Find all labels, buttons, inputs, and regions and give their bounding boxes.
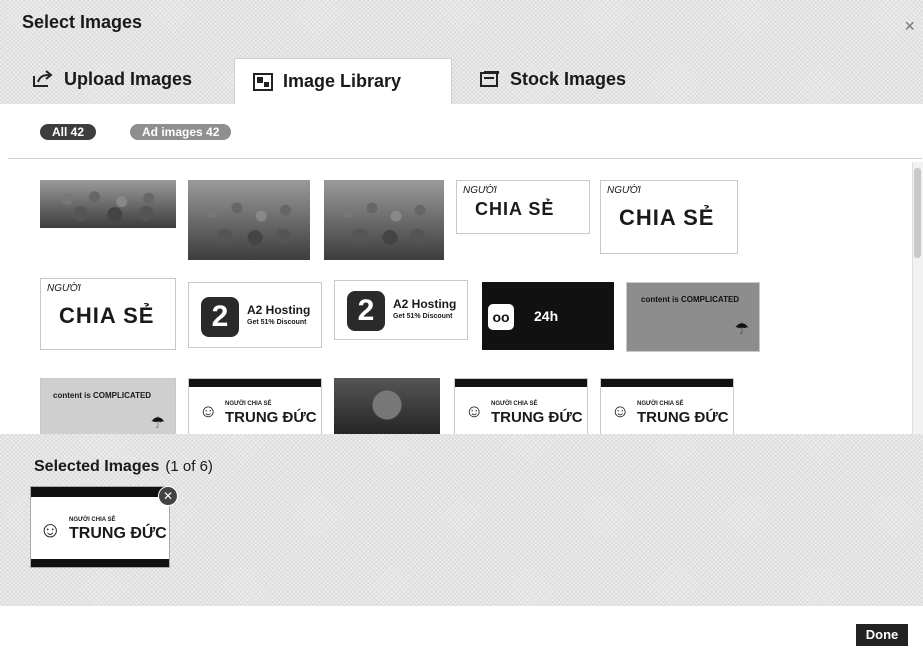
image-caption-big: TRUNG ĐỨC [69,525,167,542]
close-icon[interactable]: × [904,16,915,37]
filter-all-pill[interactable]: All 42 [40,124,97,140]
a2-logo-icon: 2 [347,291,385,331]
image-caption-big: CHIA SẺ [59,303,155,328]
image-caption-small: NGƯỜI CHIA SẺ [491,401,538,407]
a2-logo-icon: 2 [201,297,239,337]
dialog-header: Select Images × Upload Images Image Libr… [0,0,923,104]
image-caption-big: TRUNG ĐỨC [225,409,317,426]
gallery-image[interactable]: NGƯỜI CHIA SẺ [600,180,738,254]
image-caption-big: TRUNG ĐỨC [637,409,729,426]
image-caption-big: content is COMPLICATED [53,391,152,400]
image-caption-big: TRUNG ĐỨC [491,409,583,426]
remove-selected-icon[interactable]: ✕ [158,486,178,506]
image-caption-small: Get 51% Discount [393,313,453,320]
stock-icon [480,70,500,88]
gallery-image[interactable]: ☺ NGƯỜI CHIA SẺ TRUNG ĐỨC [600,378,734,434]
image-caption-small: NGƯỜI [463,185,497,196]
gallery-image[interactable]: 2 A2 Hosting Get 51% Discount [188,282,322,348]
image-caption-big: A2 Hosting [247,303,311,317]
image-caption-big: CHIA SẺ [475,199,555,219]
upload-icon [32,70,54,88]
dialog-title: Select Images [22,12,143,32]
person-icon: ☺ [199,401,218,421]
gallery-image[interactable]: content is COMPLICATED ☂ [40,378,176,434]
selected-images-title: Selected Images (1 of 6) [34,458,213,476]
image-caption-big: A2 Hosting [393,297,457,311]
scrollbar-thumb[interactable] [914,168,921,258]
selected-image-thumb[interactable]: ☺ NGƯỜI CHIA SẺ TRUNG ĐỨC [30,486,170,568]
gallery-image[interactable]: ☺ NGƯỜI CHIA SẺ TRUNG ĐỨC [454,378,588,434]
selected-images-label: Selected Images [34,458,160,475]
gallery-image[interactable]: oo 24h [482,282,614,350]
tab-upload-label: Upload Images [64,68,193,89]
owl-logo-icon: oo [488,304,514,330]
image-gallery: NGƯỜI CHIA SẺ NGƯỜI CHIA SẺ NGƯỜI CHIA S… [8,162,912,434]
gallery-image[interactable] [324,180,444,260]
banner-bar [601,379,733,387]
gallery-image[interactable] [40,180,176,228]
gallery-image[interactable]: ☺ NGƯỜI CHIA SẺ TRUNG ĐỨC [188,378,322,434]
filter-ad-images-pill[interactable]: Ad images 42 [130,124,232,140]
gallery-image[interactable]: NGƯỜI CHIA SẺ [456,180,590,234]
tab-image-library[interactable]: Image Library [234,58,452,104]
divider [8,158,922,159]
gallery-image[interactable]: 2 A2 Hosting Get 51% Discount [334,280,468,340]
image-caption-small: NGƯỜI CHIA SẺ [225,401,272,407]
person-icon: ☺ [465,401,484,421]
library-icon [253,72,273,91]
image-caption-small: NGƯỜI CHIA SẺ [637,401,684,407]
image-caption-small: NGƯỜI CHIA SẺ [69,517,116,523]
gallery-image[interactable]: content is COMPLICATED ☂ [626,282,760,352]
gallery-image[interactable]: NGƯỜI CHIA SẺ [40,278,176,350]
tab-stock-images[interactable]: Stock Images [462,58,662,100]
person-icon: ☺ [611,401,630,421]
image-caption-big: CHIA SẺ [619,205,715,230]
umbrella-icon: ☂ [150,415,165,432]
umbrella-icon: ☂ [734,321,749,338]
gallery-scrollbar[interactable] [912,162,923,434]
image-caption-big: content is COMPLICATED [641,295,740,304]
tab-upload-images[interactable]: Upload Images [14,58,232,100]
tab-library-label: Image Library [283,71,402,91]
banner-bar [189,379,321,387]
image-caption-big: 24h [534,308,559,324]
selected-images-panel: Selected Images (1 of 6) ☺ NGƯỜI CHIA SẺ … [0,434,923,606]
banner-bar [31,487,169,497]
image-caption-small: Get 51% Discount [247,319,307,326]
done-button[interactable]: Done [856,624,908,646]
selected-count: (1 of 6) [165,458,213,475]
gallery-image[interactable] [188,180,310,260]
tab-stock-label: Stock Images [510,68,627,89]
gallery-image[interactable] [334,378,440,434]
banner-bar [455,379,587,387]
image-caption-small: NGƯỜI [47,283,81,294]
banner-bar [31,559,169,567]
person-icon: ☺ [39,517,62,542]
image-caption-small: NGƯỜI [607,185,641,196]
